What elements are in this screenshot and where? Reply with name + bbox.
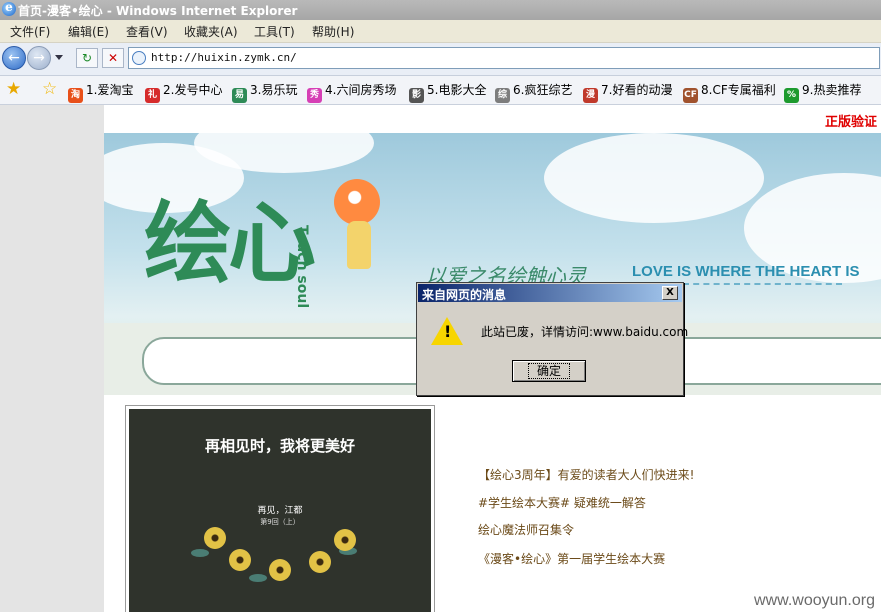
favorite-link[interactable]: 淘 1.爱淘宝 [68,81,134,103]
dialog-title-bar: 来自网页的消息 X [418,284,682,302]
featured-cover[interactable]: 再相见时，我将更美好 再见，江都 第9回（上） [125,405,435,612]
pansy-flower [309,551,331,573]
window-title-bar: e 首页-漫客•绘心 - Windows Internet Explorer [0,0,881,20]
news-link[interactable]: 【绘心3周年】有爱的读者大人们快进来! [478,466,694,483]
favorite-label: 5.电影大全 [427,83,487,97]
leaf [191,549,209,557]
mascot-figure [347,221,371,269]
cf-icon: CF [683,88,698,103]
show-icon: 秀 [307,88,322,103]
mascot-umbrella-icon [334,179,380,225]
menu-tools[interactable]: 工具(T) [254,23,295,40]
alert-dialog: 来自网页的消息 X ! 此站已废，详情访问:www.baidu.com 确定 [416,282,688,396]
menu-help[interactable]: 帮助(H) [312,23,354,40]
favorite-link[interactable]: 礼 2.发号中心 [145,81,223,103]
address-bar[interactable]: http://huixin.zymk.cn/ [128,47,880,69]
news-link[interactable]: 绘心魔法师召集令 [478,521,574,538]
favorites-center-icon[interactable]: ★ [6,80,21,98]
book-icon: 漫 [583,88,598,103]
favorite-label: 9.热卖推荐 [802,83,862,97]
stop-button[interactable]: ✕ [102,48,124,68]
internet-explorer-icon: e [2,0,16,16]
ok-button-label: 确定 [527,363,570,379]
favorite-link[interactable]: 综 6.疯狂综艺 [495,81,573,103]
forward-button[interactable]: → [27,46,51,70]
cover-episode: 第9回（上） [260,518,300,526]
favorite-label: 7.好看的动漫 [601,83,673,97]
cover-subtitle: 再见，江都 [257,506,303,516]
page-icon [132,51,146,65]
address-url[interactable]: http://huixin.zymk.cn/ [151,51,297,64]
watermark: www.wooyun.org [754,592,875,609]
navigation-bar: ← → ↻ ✕ http://huixin.zymk.cn/ [0,43,881,76]
dialog-message: 此站已废，详情访问:www.baidu.com [481,325,689,339]
logo-subtitle: Touch soul [294,225,310,309]
tv-icon: 综 [495,88,510,103]
pansy-flower [229,549,251,571]
menu-file[interactable]: 文件(F) [10,23,50,40]
menu-favorites[interactable]: 收藏夹(A) [184,23,238,40]
cloud [544,133,764,223]
warning-icon: ! [431,317,463,345]
slogan-english: LOVE IS WHERE THE HEART IS [632,263,860,280]
favorite-link[interactable]: 秀 4.六间房秀场 [307,81,397,103]
pansy-flower [334,529,356,551]
auth-link[interactable]: 正版验证 [825,111,877,130]
pansy-flower [204,527,226,549]
menu-bar: 文件(F) 编辑(E) 查看(V) 收藏夹(A) 工具(T) 帮助(H) [0,20,881,43]
globe-icon: 易 [232,88,247,103]
favorite-label: 8.CF专属福利 [701,83,776,97]
favorite-label: 4.六间房秀场 [325,83,397,97]
favorite-link[interactable]: 影 5.电影大全 [409,81,487,103]
favorites-bar: ★ ☆ 淘 1.爱淘宝礼 2.发号中心易 3.易乐玩秀 4.六间房秀场影 5.电影大全综 6… [0,76,881,105]
back-button[interactable]: ← [2,46,26,70]
history-dropdown-icon[interactable] [55,55,63,60]
favorite-label: 2.发号中心 [163,83,223,97]
add-favorite-icon[interactable]: ☆ [42,80,57,98]
page-left-margin [0,105,104,612]
film-reel-icon: 影 [409,88,424,103]
dialog-title: 来自网页的消息 [422,288,507,302]
refresh-button[interactable]: ↻ [76,48,98,68]
site-logo[interactable]: 绘心 [144,193,316,293]
gift-icon: 礼 [145,88,160,103]
favorite-link[interactable]: 漫 7.好看的动漫 [583,81,673,103]
favorite-label: 3.易乐玩 [250,83,298,97]
ok-button[interactable]: 确定 [512,360,586,382]
favorite-link[interactable]: CF 8.CF专属福利 [683,81,776,103]
favorite-label: 1.爱淘宝 [86,83,134,97]
taobao-icon: 淘 [68,88,83,103]
cover-image: 再相见时，我将更美好 再见，江都 第9回（上） [129,409,431,612]
menu-edit[interactable]: 编辑(E) [68,23,109,40]
pansy-flower [269,559,291,581]
favorite-link[interactable]: % 9.热卖推荐 [784,81,862,103]
favorite-label: 6.疯狂综艺 [513,83,573,97]
favorite-link[interactable]: 易 3.易乐玩 [232,81,298,103]
cover-title: 再相见时，我将更美好 [204,437,355,455]
news-link[interactable]: 《漫客•绘心》第一届学生绘本大赛 [478,550,665,567]
window-title: 首页-漫客•绘心 - Windows Internet Explorer [18,4,298,18]
percent-icon: % [784,88,799,103]
news-link[interactable]: #学生绘本大赛# 疑难统一解答 [478,494,646,511]
menu-view[interactable]: 查看(V) [126,23,168,40]
dialog-close-button[interactable]: X [662,286,678,300]
leaf [249,574,267,582]
